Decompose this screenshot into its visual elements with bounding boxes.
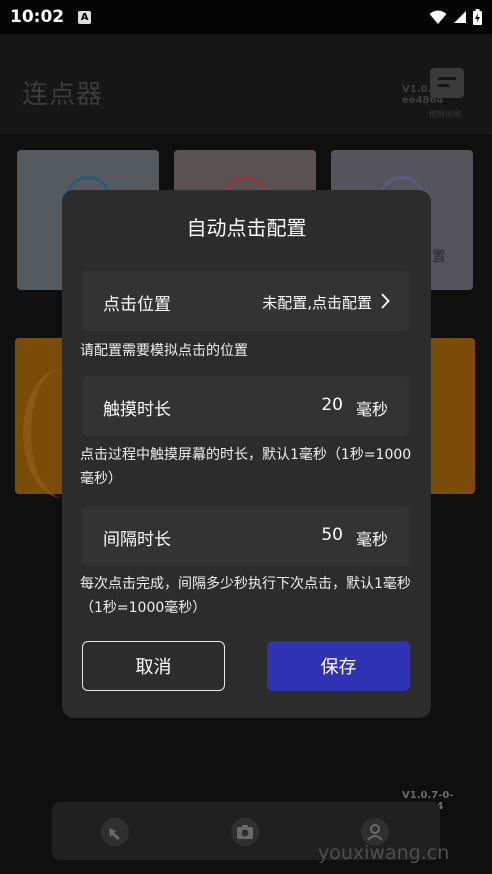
- status-bar: 10:02 A: [0, 0, 492, 34]
- help-document-icon[interactable]: [430, 68, 464, 98]
- auto-click-config-dialog: 自动点击配置 点击位置 未配置,点击配置 请配置需要模拟点击的位置 触摸时长 2…: [62, 190, 431, 718]
- interval-duration-hint: 每次点击完成，间隔多少秒执行下次点击，默认1毫秒（1秒=1000毫秒）: [80, 576, 411, 616]
- watermark: youxiwang.cn: [318, 842, 450, 864]
- interval-duration-row: 间隔时长 50 毫秒: [82, 506, 410, 566]
- help-label[interactable]: 使用说明: [429, 109, 461, 120]
- interval-duration-input[interactable]: 50: [321, 525, 343, 545]
- save-button[interactable]: 保存: [267, 641, 410, 691]
- status-time: 10:02: [10, 7, 65, 27]
- touch-duration-label: 触摸时长: [103, 400, 171, 420]
- touch-duration-unit: 毫秒: [355, 400, 388, 419]
- feature-card-label: 置: [432, 249, 446, 265]
- tap-icon[interactable]: [101, 818, 129, 846]
- click-position-hint: 请配置需要模拟点击的位置: [80, 343, 248, 359]
- touch-duration-input[interactable]: 20: [321, 395, 343, 415]
- app-title: 连点器: [22, 80, 104, 110]
- notification-a-icon: A: [78, 10, 92, 24]
- interval-duration-unit: 毫秒: [355, 530, 388, 549]
- camera-icon[interactable]: [231, 818, 259, 846]
- click-position-row[interactable]: 点击位置 未配置,点击配置: [82, 271, 410, 331]
- wifi-icon: [429, 10, 447, 25]
- touch-duration-hint: 点击过程中触摸屏幕的时长，默认1毫秒（1秒=1000毫秒）: [80, 447, 412, 487]
- touch-duration-row: 触摸时长 20 毫秒: [82, 376, 410, 436]
- click-position-label: 点击位置: [103, 295, 171, 315]
- interval-duration-label: 间隔时长: [103, 530, 171, 550]
- battery-charging-icon: [473, 9, 482, 25]
- signal-icon: [453, 10, 467, 24]
- dialog-title: 自动点击配置: [186, 216, 307, 240]
- click-position-value[interactable]: 未配置,点击配置: [262, 292, 372, 313]
- app-header: 连点器 V1.0.7-0-ee4864 使用说明: [0, 34, 492, 134]
- chevron-right-icon[interactable]: [380, 293, 390, 313]
- cancel-button[interactable]: 取消: [82, 641, 225, 691]
